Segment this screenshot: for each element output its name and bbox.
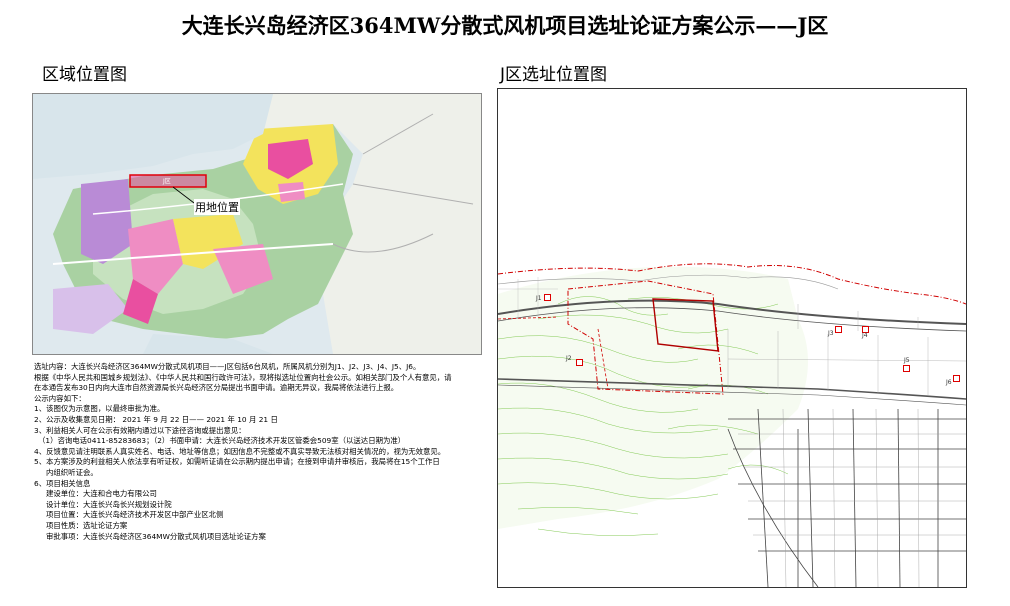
region-map-heading: 区域位置图 <box>42 65 127 85</box>
site-map-heading: J区选址位置图 <box>500 65 608 85</box>
turbine-marker <box>835 326 842 333</box>
notice-line: （1）咨询电话0411-85283683；（2）书面申请：大连长兴岛经济技术开发… <box>38 436 406 446</box>
page-title: 大连长兴岛经济区364MW分散式风机项目选址论证方案公示——J区 <box>181 13 829 38</box>
turbine-label: J6 <box>946 379 952 386</box>
turbine-marker <box>953 375 960 382</box>
region-location-map: 用地位置 J区 <box>32 93 482 355</box>
site-zone-mark: J区 <box>163 178 171 185</box>
site-location-map: J1 J2 J3 J4 J5 J6 <box>497 88 967 588</box>
site-map-graphic <box>498 89 966 587</box>
site-location-label: 用地位置 <box>194 199 240 215</box>
notice-line: 选址内容：大连长兴岛经济区364MW分散式风机项目——J区包括6台风机，所属风机… <box>34 362 421 371</box>
project-info-line: 审批事项：大连长兴岛经济区364MW分散式风机项目选址论证方案 <box>46 531 266 541</box>
turbine-label: J1 <box>536 295 542 302</box>
notice-line: 在本通告发布30日内向大连市自然资源局长兴岛经济区分局提出书面申请。逾期无异议，… <box>34 383 399 393</box>
region-map-graphic <box>33 94 481 354</box>
turbine-label: J4 <box>862 332 868 339</box>
project-info-line: 建设单位：大连和合电力有限公司 <box>46 489 157 499</box>
notice-line: 2、公示及收集意见日期： 2021 年 9 月 22 日—— 2021 年 10… <box>34 414 278 424</box>
notice-line: 6、项目相关信息 <box>34 478 91 488</box>
turbine-label: J3 <box>828 330 834 337</box>
turbine-marker <box>576 359 583 366</box>
notice-text: 选址内容：大连长兴岛经济区364MW分散式风机项目——J区包括6台风机，所属风机… <box>34 362 478 542</box>
notice-line: 1、该图仅为示意图，以最终审批为准。 <box>34 404 165 414</box>
turbine-label: J2 <box>566 355 572 362</box>
notice-line: 根据《中华人民共和国城乡规划法》、《中华人民共和国行政许可法》，现将拟选址位置向… <box>34 372 452 382</box>
turbine-marker <box>544 294 551 301</box>
turbine-label: J5 <box>904 357 910 364</box>
notice-line: 4、反馈意见请注明联系人真实姓名、电话、地址等信息；如因信息不完整或不真实导致无… <box>34 446 446 456</box>
project-info-line: 项目位置：大连长兴岛经济技术开发区中部产业区北侧 <box>46 510 224 520</box>
notice-line: 内组织听证会。 <box>46 467 98 477</box>
turbine-marker <box>903 365 910 372</box>
notice-line: 公示内容如下： <box>34 393 86 403</box>
notice-line: 5、本方案涉及的利益相关人依法享有听证权，如需听证请在公示期内提出申请；在接到申… <box>34 457 440 467</box>
project-info-line: 项目性质：选址论证方案 <box>46 520 128 530</box>
notice-line: 3、利益相关人可在公示有效期内通过以下途径咨询或提出意见： <box>34 425 246 435</box>
project-info-line: 设计单位：大连长兴岛长兴规划设计院 <box>46 499 172 509</box>
